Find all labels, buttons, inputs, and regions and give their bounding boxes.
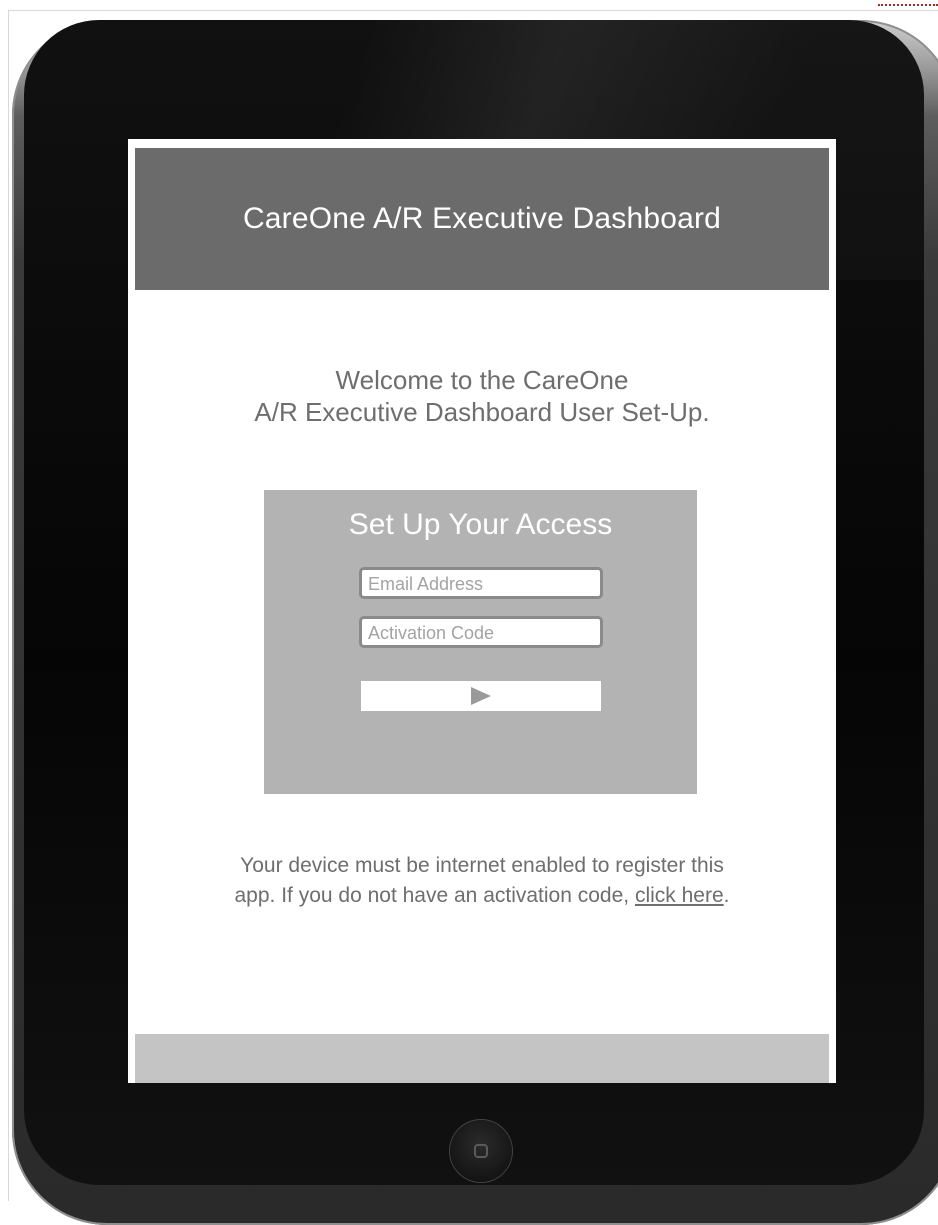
corner-mark (878, 0, 938, 6)
home-button[interactable] (450, 1120, 512, 1182)
footer-bar (135, 1034, 829, 1083)
welcome-line-2: A/R Executive Dashboard User Set-Up. (254, 397, 710, 427)
header-bar: CareOne A/R Executive Dashboard (135, 148, 829, 290)
app-screen: CareOne A/R Executive Dashboard Welcome … (128, 139, 836, 1083)
app-title: CareOne A/R Executive Dashboard (242, 202, 722, 235)
play-icon (471, 687, 491, 705)
info-text-end: . (723, 884, 730, 907)
email-address-input[interactable] (359, 567, 603, 599)
submit-button[interactable] (361, 681, 601, 711)
welcome-message: Welcome to the CareOne A/R Executive Das… (128, 364, 836, 428)
access-setup-panel: Set Up Your Access (264, 490, 697, 794)
access-panel-title: Set Up Your Access (348, 508, 613, 541)
click-here-link[interactable]: click here (635, 884, 724, 907)
welcome-line-1: Welcome to the CareOne (335, 365, 629, 395)
registration-info: Your device must be internet enabled to … (232, 851, 732, 911)
home-square-icon (474, 1144, 488, 1158)
activation-code-input[interactable] (359, 616, 603, 648)
